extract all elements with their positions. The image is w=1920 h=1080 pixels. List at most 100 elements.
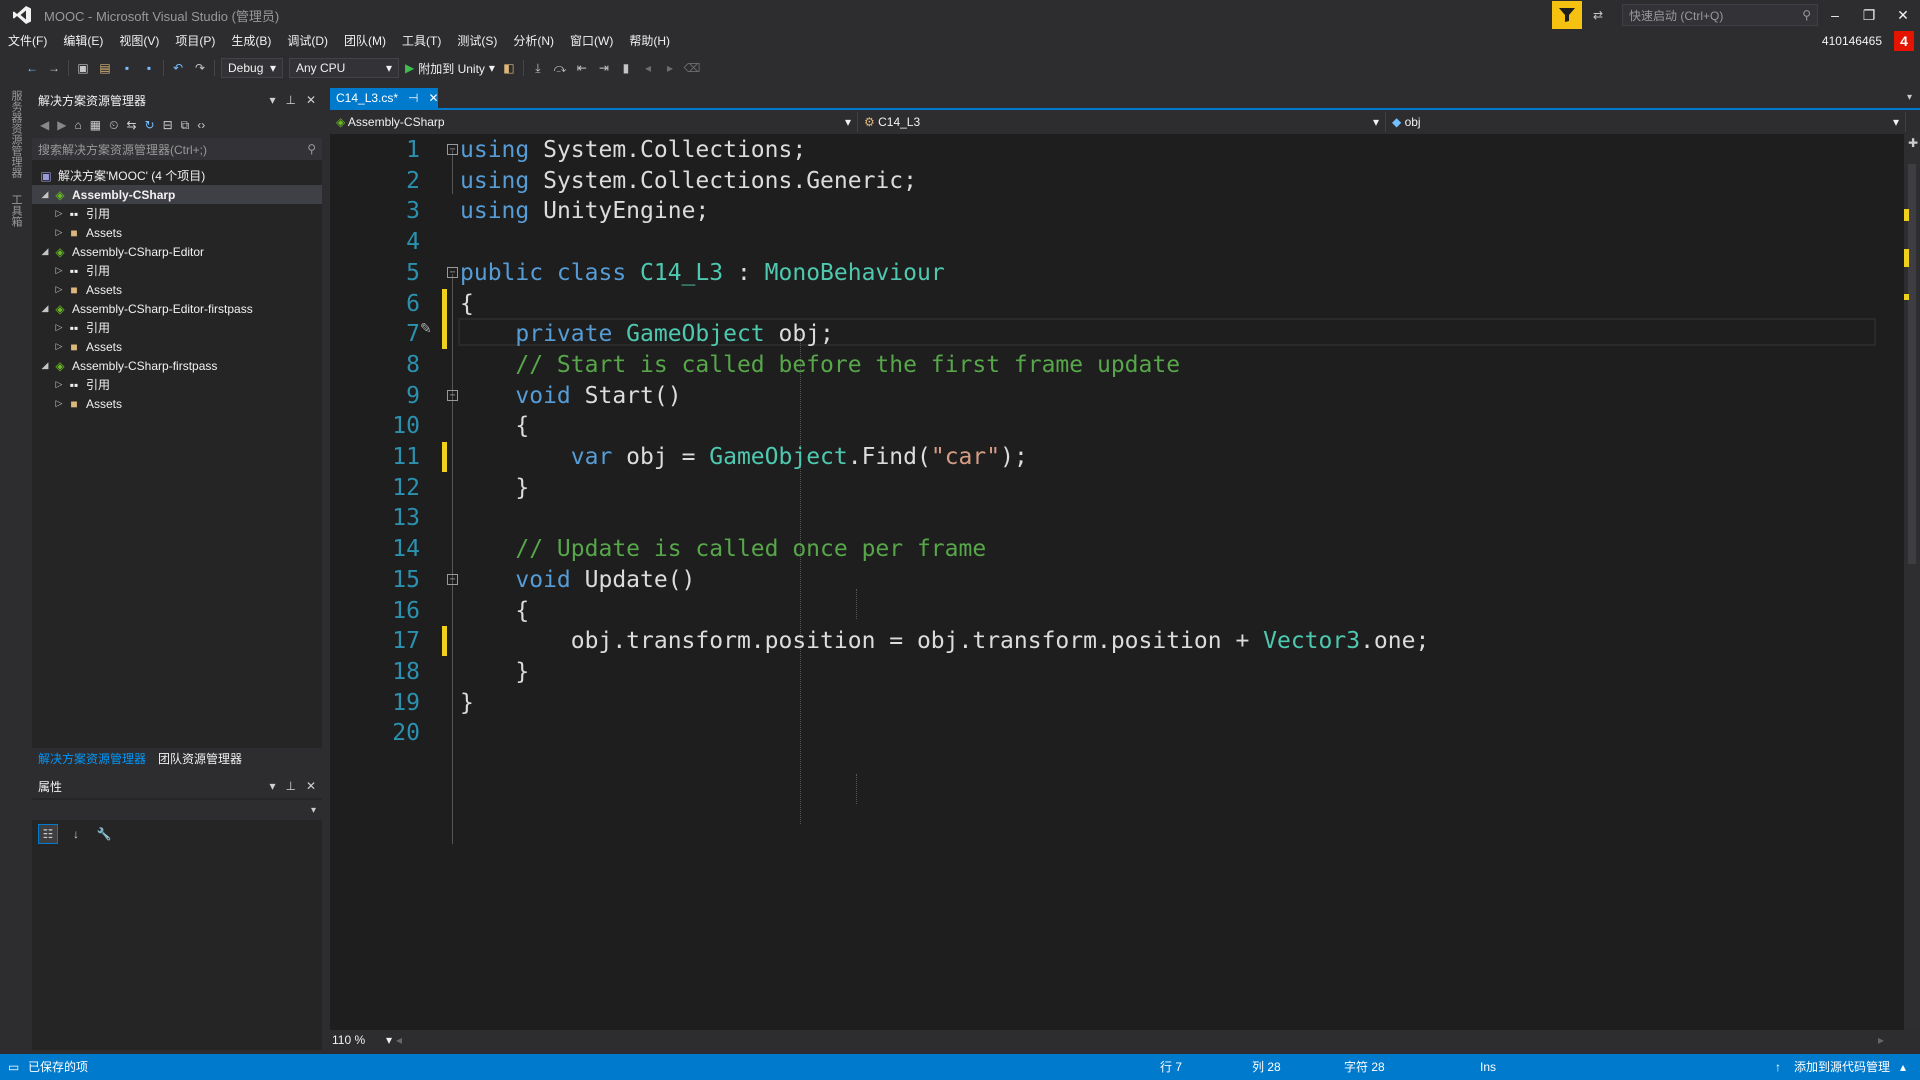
back-icon[interactable]: ← bbox=[24, 60, 40, 76]
solution-configuration-select[interactable]: Debug ▾ bbox=[221, 58, 283, 78]
split-icon[interactable]: ✚ bbox=[1908, 136, 1918, 150]
expanded-arrow-icon[interactable]: ◢ bbox=[38, 303, 52, 314]
code-line[interactable]: 9 void Start() bbox=[330, 381, 1904, 411]
tab-overflow-icon[interactable]: ▾ bbox=[1907, 92, 1912, 103]
tree-assets-row[interactable]: ▷ ■ Assets bbox=[32, 394, 322, 413]
code-text[interactable]: public class C14_L3 : MonoBehaviour bbox=[460, 258, 945, 288]
menu-analyze[interactable]: 分析(N) bbox=[505, 30, 562, 52]
menu-build[interactable]: 生成(B) bbox=[223, 30, 279, 52]
project-dropdown[interactable]: ◈ Assembly-CSharp ▾ bbox=[330, 112, 858, 132]
code-line[interactable]: 18 } bbox=[330, 657, 1904, 687]
redo-icon[interactable]: ↷ bbox=[192, 60, 208, 76]
collapsed-arrow-icon[interactable]: ▷ bbox=[52, 208, 66, 219]
forward-icon[interactable]: → bbox=[46, 60, 62, 76]
code-line[interactable]: 17 obj.transform.position = obj.transfor… bbox=[330, 626, 1904, 656]
code-line[interactable]: 8 // Start is called before the first fr… bbox=[330, 350, 1904, 380]
code-line[interactable]: 16 { bbox=[330, 596, 1904, 626]
new-project-icon[interactable]: ▣ bbox=[75, 60, 91, 76]
prev-bookmark-icon[interactable]: ◂ bbox=[640, 60, 656, 76]
solution-search-input[interactable]: 搜索解决方案资源管理器(Ctrl+;) ⚲ bbox=[32, 138, 322, 160]
undo-icon[interactable]: ↶ bbox=[170, 60, 186, 76]
scroll-right-icon[interactable]: ▸ bbox=[1878, 1033, 1884, 1047]
forward-icon[interactable]: ▶ bbox=[57, 118, 66, 132]
show-all-files-icon[interactable]: ⧉ bbox=[181, 118, 190, 133]
menu-view[interactable]: 视图(V) bbox=[111, 30, 167, 52]
scrollbar-thumb[interactable] bbox=[1908, 164, 1916, 564]
code-line[interactable]: 6{ bbox=[330, 289, 1904, 319]
code-line[interactable]: 3 using UnityEngine; bbox=[330, 196, 1904, 226]
indent-icon[interactable]: ⇥ bbox=[596, 60, 612, 76]
code-editor[interactable]: ✎ 1 using System.Collections; −2 using Syst… bbox=[330, 134, 1904, 1030]
class-dropdown[interactable]: ⚙ C14_L3 ▾ bbox=[858, 112, 1386, 132]
bookmark-icon[interactable]: ▮ bbox=[618, 60, 634, 76]
collapsed-arrow-icon[interactable]: ▷ bbox=[52, 265, 66, 276]
open-file-icon[interactable]: ▤ bbox=[97, 60, 113, 76]
property-pages-icon[interactable]: 🔧 bbox=[94, 824, 114, 844]
menu-help[interactable]: 帮助(H) bbox=[621, 30, 678, 52]
code-text[interactable]: void Update() bbox=[460, 565, 695, 595]
tree-references-row[interactable]: ▷ ▪▪ 引用 bbox=[32, 204, 322, 223]
switch-views-icon[interactable]: ▦ bbox=[90, 118, 101, 132]
code-text[interactable]: } bbox=[460, 473, 529, 503]
tree-assets-row[interactable]: ▷ ■ Assets bbox=[32, 223, 322, 242]
add-to-source-control-button[interactable]: 添加到源代码管理 bbox=[1794, 1054, 1890, 1080]
code-line[interactable]: 20 bbox=[330, 718, 1904, 748]
menu-window[interactable]: 窗口(W) bbox=[562, 30, 621, 52]
menu-tools[interactable]: 工具(T) bbox=[394, 30, 449, 52]
collapsed-arrow-icon[interactable]: ▷ bbox=[52, 284, 66, 295]
code-line[interactable]: 7 private GameObject obj; bbox=[330, 319, 1904, 349]
vertical-scrollbar[interactable]: ✚ bbox=[1904, 134, 1920, 1030]
scroll-left-icon[interactable]: ◂ bbox=[396, 1033, 402, 1047]
tree-project-row[interactable]: ◢ ◈ Assembly-CSharp bbox=[32, 185, 322, 204]
pin-icon[interactable]: ⊥ bbox=[285, 93, 295, 107]
tree-solution-root[interactable]: ▣ 解决方案'MOOC' (4 个项目) bbox=[32, 166, 322, 185]
code-text[interactable]: var obj = GameObject.Find("car"); bbox=[460, 442, 1028, 472]
code-line[interactable]: 4 bbox=[330, 227, 1904, 257]
step-over-icon[interactable]: ⤼ bbox=[552, 60, 568, 76]
code-text[interactable]: // Update is called once per frame bbox=[460, 534, 986, 564]
chevron-down-icon[interactable]: ▾ bbox=[269, 93, 275, 107]
tree-references-row[interactable]: ▷ ▪▪ 引用 bbox=[32, 261, 322, 280]
save-all-icon[interactable]: ▪ bbox=[141, 60, 157, 76]
menu-debug[interactable]: 调试(D) bbox=[279, 30, 336, 52]
refresh-icon[interactable]: ↻ bbox=[145, 118, 155, 132]
code-text[interactable]: void Start() bbox=[460, 381, 681, 411]
collapse-icon[interactable]: − bbox=[447, 573, 458, 585]
close-icon[interactable]: ✕ bbox=[429, 91, 439, 105]
chevron-up-icon[interactable]: ▴ bbox=[1900, 1054, 1906, 1080]
toolbox-tab[interactable]: 工具箱 bbox=[8, 194, 24, 227]
code-text[interactable]: { bbox=[460, 289, 474, 319]
feedback-filter-icon[interactable] bbox=[1552, 1, 1582, 29]
next-bookmark-icon[interactable]: ▸ bbox=[662, 60, 678, 76]
server-explorer-tab[interactable]: 服务器资源管理器 bbox=[8, 90, 24, 178]
live-share-icon[interactable]: ⇄ bbox=[1590, 7, 1606, 23]
expanded-arrow-icon[interactable]: ◢ bbox=[38, 189, 52, 200]
tree-references-row[interactable]: ▷ ▪▪ 引用 bbox=[32, 375, 322, 394]
menu-file[interactable]: 文件(F) bbox=[0, 30, 55, 52]
menu-test[interactable]: 测试(S) bbox=[449, 30, 505, 52]
tree-assets-row[interactable]: ▷ ■ Assets bbox=[32, 280, 322, 299]
pin-icon[interactable]: ⊥ bbox=[285, 779, 295, 793]
pin-icon[interactable]: ⊣ bbox=[408, 91, 418, 105]
close-button[interactable]: ✕ bbox=[1886, 0, 1920, 30]
close-icon[interactable]: ✕ bbox=[306, 779, 316, 793]
code-line[interactable]: 11 var obj = GameObject.Find("car"); bbox=[330, 442, 1904, 472]
step-into-icon[interactable]: ⤓ bbox=[530, 60, 546, 76]
view-code-icon[interactable]: ‹› bbox=[197, 118, 205, 132]
chevron-down-icon[interactable]: ▾ bbox=[269, 779, 275, 793]
menu-team[interactable]: 团队(M) bbox=[336, 30, 394, 52]
home-icon[interactable]: ⌂ bbox=[74, 118, 81, 132]
collapsed-arrow-icon[interactable]: ▷ bbox=[52, 398, 66, 409]
collapse-icon[interactable]: − bbox=[447, 144, 458, 155]
tree-references-row[interactable]: ▷ ▪▪ 引用 bbox=[32, 318, 322, 337]
close-icon[interactable]: ✕ bbox=[306, 93, 316, 107]
sync-icon[interactable]: ⇆ bbox=[126, 118, 136, 132]
notification-badge[interactable]: 4 bbox=[1894, 31, 1914, 51]
code-line[interactable]: 14 // Update is called once per frame bbox=[330, 534, 1904, 564]
code-text[interactable]: private GameObject obj; bbox=[460, 319, 834, 349]
pending-changes-icon[interactable]: ⏲ bbox=[109, 118, 118, 133]
zoom-select[interactable]: 110 % ▾ bbox=[330, 1033, 392, 1047]
clear-bookmarks-icon[interactable]: ⌫ bbox=[683, 60, 700, 76]
tab-c14-l3[interactable]: C14_L3.cs* ⊣ ✕ bbox=[330, 88, 439, 108]
restore-button[interactable]: ❐ bbox=[1852, 0, 1886, 30]
